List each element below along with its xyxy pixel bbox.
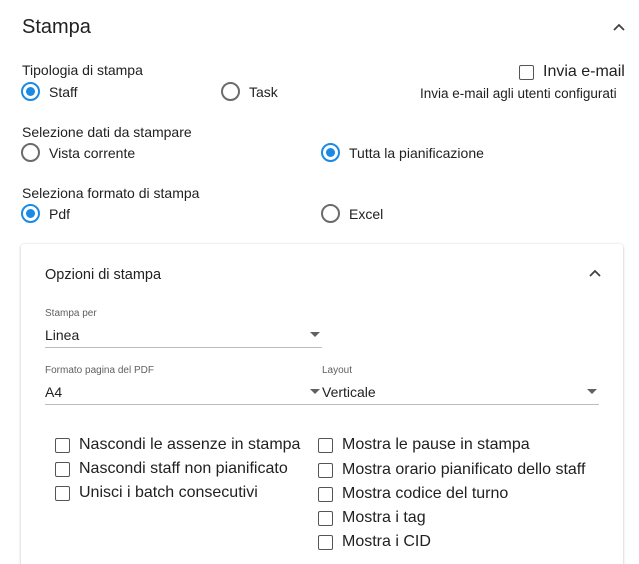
layout-select[interactable]: Verticale: [322, 379, 599, 405]
format-label: Seleziona formato di stampa: [22, 185, 200, 201]
radio-label: Pdf: [49, 205, 71, 222]
checkbox-box: [55, 485, 70, 501]
checkbox-label: Invia e-mail: [543, 63, 625, 80]
print-by-label: Stampa per: [45, 308, 97, 319]
radio-indicator: [21, 143, 40, 162]
caret-down-icon: [587, 389, 597, 394]
chevron-up-icon: [589, 269, 601, 277]
checkbox-label: Mostra codice del turno: [342, 485, 509, 502]
checkbox-box: [318, 462, 333, 478]
checkbox-box: [318, 486, 333, 502]
radio-indicator: [221, 82, 240, 101]
radio-pdf[interactable]: Pdf: [21, 204, 70, 223]
radio-full-planning[interactable]: Tutta la pianificazione: [321, 143, 484, 162]
checkbox-box: [519, 64, 534, 80]
print-by-select[interactable]: Linea: [45, 322, 322, 348]
radio-label: Staff: [49, 83, 78, 100]
checkbox-label: Mostra orario pianificato dello staff: [342, 461, 586, 478]
collapse-options-button[interactable]: [588, 266, 602, 280]
show-breaks-checkbox[interactable]: Mostra le pause in stampa: [318, 436, 530, 454]
checkbox-box: [318, 510, 333, 526]
checkbox-label: Mostra i CID: [342, 533, 431, 550]
radio-label: Task: [249, 83, 278, 100]
radio-label: Excel: [349, 205, 384, 222]
checkbox-box: [318, 534, 333, 550]
caret-down-icon: [310, 389, 320, 394]
email-description: Invia e-mail agli utenti configurati: [420, 86, 617, 101]
show-cid-checkbox[interactable]: Mostra i CID: [318, 533, 431, 551]
checkbox-box: [55, 437, 70, 453]
checkbox-label: Nascondi le assenze in stampa: [79, 436, 301, 453]
show-shift-code-checkbox[interactable]: Mostra codice del turno: [318, 485, 508, 503]
show-tags-checkbox[interactable]: Mostra i tag: [318, 509, 426, 527]
hide-unplanned-staff-checkbox[interactable]: Nascondi staff non pianificato: [55, 460, 288, 478]
print-by-value: Linea: [45, 326, 80, 343]
merge-batches-checkbox[interactable]: Unisci i batch consecutivi: [55, 484, 258, 502]
checkbox-box: [318, 437, 333, 453]
page-format-label: Formato pagina del PDF: [45, 365, 154, 376]
radio-indicator: [321, 204, 340, 223]
layout-label: Layout: [322, 365, 353, 376]
radio-indicator: [321, 143, 340, 162]
checkbox-label: Nascondi staff non pianificato: [79, 460, 288, 477]
radio-indicator: [21, 204, 40, 223]
print-options-title: Opzioni di stampa: [45, 267, 162, 283]
chevron-up-icon: [613, 23, 625, 31]
page-format-select[interactable]: A4: [45, 379, 322, 405]
radio-current-view[interactable]: Vista corrente: [21, 143, 135, 162]
page-format-value: A4: [45, 383, 63, 400]
section-title: Stampa: [22, 16, 91, 38]
checkbox-label: Unisci i batch consecutivi: [79, 484, 258, 501]
radio-label: Tutta la pianificazione: [349, 144, 484, 161]
data-selection-label: Selezione dati da stampare: [22, 124, 192, 140]
hide-absences-checkbox[interactable]: Nascondi le assenze in stampa: [55, 436, 300, 454]
radio-indicator: [21, 82, 40, 101]
print-type-label: Tipologia di stampa: [22, 62, 143, 78]
caret-down-icon: [310, 332, 320, 337]
radio-task[interactable]: Task: [221, 82, 278, 101]
radio-staff[interactable]: Staff: [21, 82, 78, 101]
radio-label: Vista corrente: [49, 144, 136, 161]
checkbox-label: Mostra le pause in stampa: [342, 436, 530, 453]
radio-excel[interactable]: Excel: [321, 204, 383, 223]
collapse-section-button[interactable]: [612, 20, 626, 34]
send-email-checkbox[interactable]: Invia e-mail: [519, 63, 625, 81]
checkbox-box: [55, 461, 70, 477]
checkbox-label: Mostra i tag: [342, 509, 426, 526]
layout-value: Verticale: [322, 383, 376, 400]
show-planned-hours-checkbox[interactable]: Mostra orario pianificato dello staff: [318, 461, 585, 479]
